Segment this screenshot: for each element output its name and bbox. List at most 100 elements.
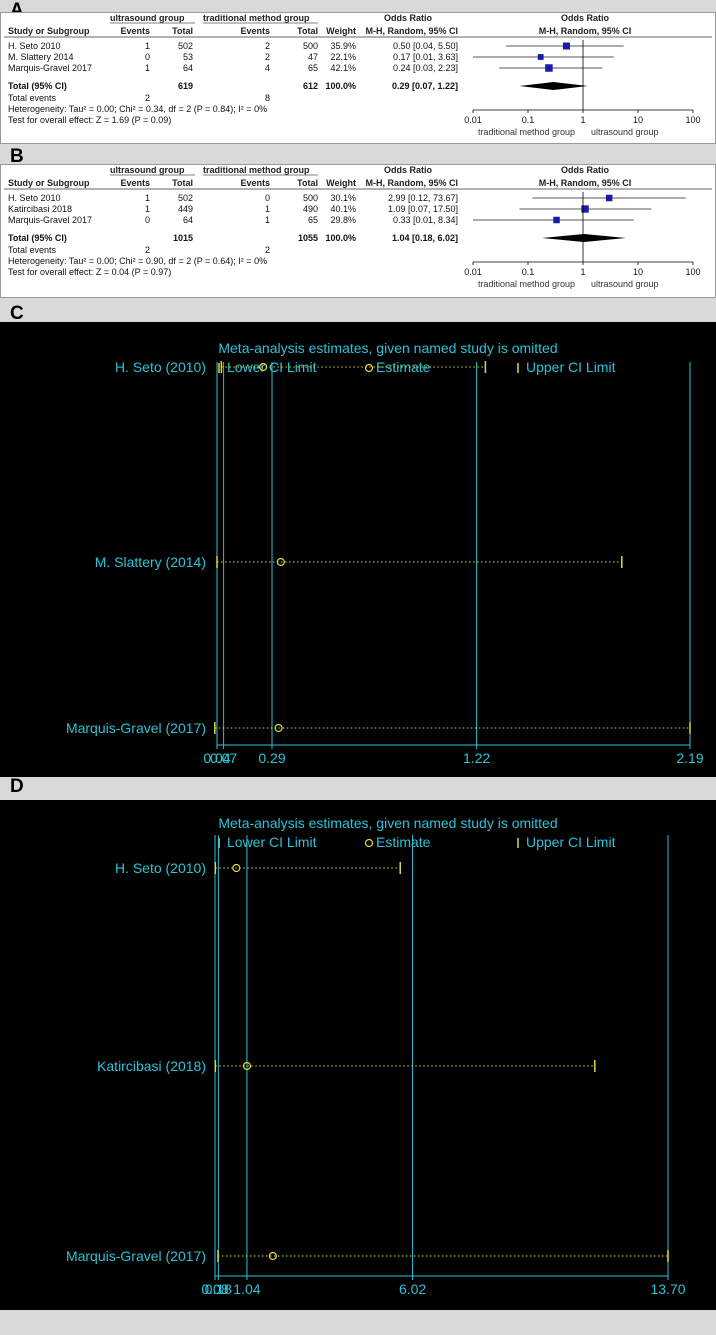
x-tick-label: 0.01 [464, 267, 482, 277]
events2-value: 2 [265, 52, 270, 62]
total-weight: 100.0% [325, 81, 356, 91]
events2-header: Events [240, 26, 270, 36]
ci-value: 2.99 [0.12, 73.67] [388, 193, 458, 203]
weight-header: Weight [326, 178, 356, 188]
study-name: H. Seto 2010 [8, 41, 61, 51]
events1-value: 0 [145, 215, 150, 225]
x-tick-label: 2.19 [676, 750, 703, 766]
x-tick-label: 13.70 [650, 1281, 685, 1297]
study-name: Katircibasi 2018 [8, 204, 72, 214]
total1-sum: 619 [178, 81, 193, 91]
study-column-header: Study or Subgroup [8, 26, 90, 36]
omitted-study-label: Katircibasi (2018) [97, 1058, 206, 1074]
total-events-label: Total events [8, 93, 57, 103]
events2-value: 4 [265, 63, 270, 73]
total1-value: 502 [178, 193, 193, 203]
events1-value: 1 [145, 41, 150, 51]
study-name: M. Slattery 2014 [8, 52, 74, 62]
total-label: Total (95% CI) [8, 81, 67, 91]
or-column-header: Odds Ratio [384, 165, 433, 175]
total2-value: 65 [308, 63, 318, 73]
total-events1: 2 [145, 93, 150, 103]
x-tick-label: 10 [633, 267, 643, 277]
weight-value: 42.1% [330, 63, 356, 73]
method-header: M-H, Random, 95% CI [365, 26, 458, 36]
panel-label-d: D [10, 776, 24, 797]
omitted-study-label: H. Seto (2010) [115, 860, 206, 876]
weight-value: 29.8% [330, 215, 356, 225]
total2-header: Total [297, 26, 318, 36]
events1-header: Events [120, 178, 150, 188]
weight-value: 40.1% [330, 204, 356, 214]
favours-left-label: traditional method group [478, 279, 575, 289]
total2-value: 500 [303, 193, 318, 203]
x-tick-label: 6.02 [399, 1281, 426, 1297]
events1-header: Events [120, 26, 150, 36]
x-tick-label: 0.1 [522, 115, 535, 125]
x-tick-label: 0.07 [210, 750, 237, 766]
total1-value: 449 [178, 204, 193, 214]
x-tick-label: 10 [633, 115, 643, 125]
events2-value: 1 [265, 204, 270, 214]
ci-value: 0.24 [0.03, 2.23] [393, 63, 458, 73]
or-plot-header: Odds Ratio [561, 165, 610, 175]
total2-value: 65 [308, 215, 318, 225]
x-tick-label: 0.01 [464, 115, 482, 125]
heterogeneity-text: Heterogeneity: Tau² = 0.00; Chi² = 0.34,… [8, 104, 267, 114]
total-events2: 2 [265, 245, 270, 255]
total2-sum: 1055 [298, 233, 318, 243]
ci-value: 1.09 [0.07, 17.50] [388, 204, 458, 214]
heterogeneity-text: Heterogeneity: Tau² = 0.00; Chi² = 0.90,… [8, 256, 267, 266]
x-tick-label: 100 [685, 267, 700, 277]
omitted-study-label: Marquis-Gravel (2017) [66, 1248, 206, 1264]
group2-header: traditional method group [203, 165, 310, 175]
total-ci: 1.04 [0.18, 6.02] [392, 233, 458, 243]
overall-effect-text: Test for overall effect: Z = 0.04 (P = 0… [8, 267, 171, 277]
favours-right-label: ultrasound group [591, 127, 659, 137]
total2-value: 490 [303, 204, 318, 214]
x-tick-label: 0.29 [258, 750, 285, 766]
legend-upper-label: Upper CI Limit [526, 359, 616, 375]
study-square [562, 42, 570, 50]
total2-header: Total [297, 178, 318, 188]
x-tick-label: 1.04 [233, 1281, 260, 1297]
study-square [545, 64, 553, 72]
total2-value: 47 [308, 52, 318, 62]
events2-header: Events [240, 178, 270, 188]
weight-header: Weight [326, 26, 356, 36]
x-tick-label: 1 [580, 267, 585, 277]
weight-value: 35.9% [330, 41, 356, 51]
total1-value: 64 [183, 215, 193, 225]
favours-left-label: traditional method group [478, 127, 575, 137]
ci-value: 0.33 [0.01, 8.34] [393, 215, 458, 225]
sensitivity-plot-c: Meta-analysis estimates, given named stu… [0, 322, 716, 777]
total1-header: Total [172, 178, 193, 188]
total1-value: 64 [183, 63, 193, 73]
or-column-header: Odds Ratio [384, 13, 433, 23]
favours-right-label: ultrasound group [591, 279, 659, 289]
study-square [581, 205, 589, 213]
total-events1: 2 [145, 245, 150, 255]
events2-value: 1 [265, 215, 270, 225]
group1-header: ultrasound group [110, 165, 185, 175]
total-label: Total (95% CI) [8, 233, 67, 243]
events1-value: 1 [145, 193, 150, 203]
x-tick-label: 1.22 [463, 750, 490, 766]
events1-value: 1 [145, 63, 150, 73]
method-plot-header: M-H, Random, 95% CI [539, 26, 632, 36]
overall-effect-text: Test for overall effect: Z = 1.69 (P = 0… [8, 115, 171, 125]
total1-value: 53 [183, 52, 193, 62]
legend-upper-label: Upper CI Limit [526, 834, 616, 850]
method-plot-header: M-H, Random, 95% CI [539, 178, 632, 188]
sensitivity-background [0, 800, 716, 1310]
study-column-header: Study or Subgroup [8, 178, 90, 188]
x-tick-label: 100 [685, 115, 700, 125]
omitted-study-label: H. Seto (2010) [115, 359, 206, 375]
weight-value: 22.1% [330, 52, 356, 62]
omitted-study-label: Marquis-Gravel (2017) [66, 720, 206, 736]
study-name: Marquis-Gravel 2017 [8, 63, 92, 73]
group2-header: traditional method group [203, 13, 310, 23]
group1-header: ultrasound group [110, 13, 185, 23]
weight-value: 30.1% [330, 193, 356, 203]
sensitivity-title: Meta-analysis estimates, given named stu… [218, 340, 557, 356]
